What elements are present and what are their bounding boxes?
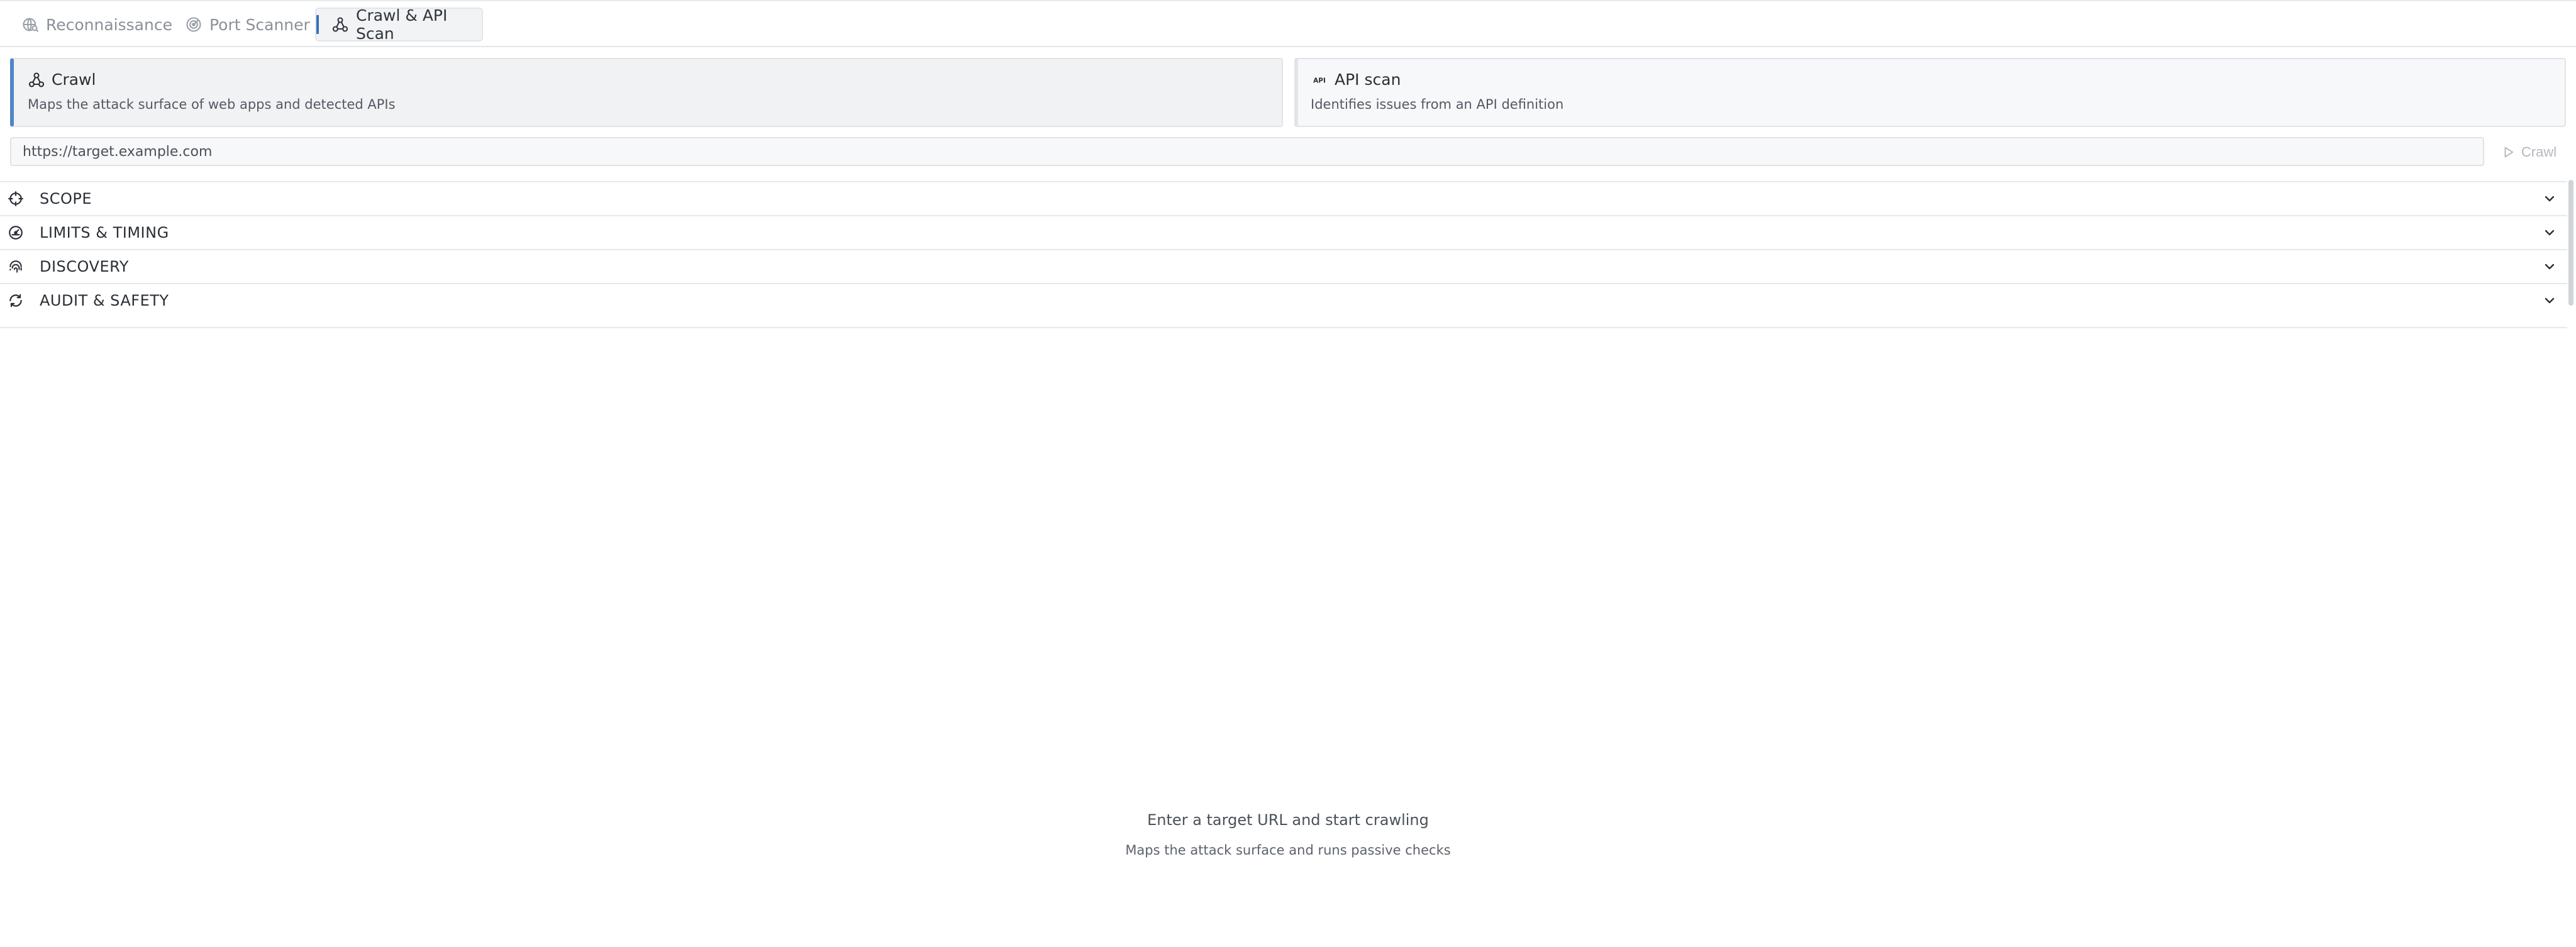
tab-label: Port Scanner [209,15,310,34]
mode-card-title-row: API API scan [1311,70,1401,89]
section-discovery[interactable]: DISCOVERY [0,250,2567,284]
radar-globe-icon [21,16,39,33]
refresh-shield-icon [8,292,24,309]
network-nodes-icon [28,71,45,89]
api-icon: API [1311,71,1328,89]
tab-port-scanner[interactable]: Port Scanner [185,8,310,42]
tab-label: Reconnaissance [46,15,172,34]
svg-text:API: API [1313,77,1326,84]
target-url-input[interactable] [10,137,2484,166]
mode-card-title-row: Crawl [28,70,96,89]
empty-state-title: Enter a target URL and start crawling [1147,811,1429,829]
section-label: LIMITS & TIMING [40,224,169,241]
target-radar-icon [185,16,203,33]
chevron-down-icon [2542,259,2557,274]
section-label: SCOPE [40,190,92,208]
crawl-button[interactable]: Crawl [2492,140,2566,165]
network-nodes-icon [331,16,349,33]
mode-card-title: API scan [1335,70,1401,89]
mode-card-description: Identifies issues from an API definition [1311,97,1564,112]
tab-reconnaissance[interactable]: Reconnaissance [21,8,172,42]
gauge-icon [8,224,24,241]
tool-tab-bar: Reconnaissance Port Scanner Crawl & API … [0,0,2576,47]
section-label: AUDIT & SAFETY [40,292,169,309]
tab-crawl-api-scan[interactable]: Crawl & API Scan [315,6,483,43]
section-label: DISCOVERY [40,258,129,275]
fingerprint-icon [8,258,24,275]
section-scope[interactable]: SCOPE [0,182,2567,216]
chevron-down-icon [2542,225,2557,240]
tab-label: Crawl & API Scan [356,6,448,43]
settings-sections: SCOPE LIMITS & TIMING DISCOVERY AUDIT & … [0,181,2567,328]
chevron-down-icon [2542,293,2557,308]
section-limits-timing[interactable]: LIMITS & TIMING [0,216,2567,250]
mode-card-title: Crawl [52,70,96,89]
scrollbar[interactable] [2568,180,2573,306]
mode-card-api-scan[interactable]: API API scan Identifies issues from an A… [1294,58,2566,127]
empty-state-subtitle: Maps the attack surface and runs passive… [1125,843,1451,858]
crawl-button-label: Crawl [2521,144,2557,160]
chevron-down-icon [2542,191,2557,206]
section-audit-safety[interactable]: AUDIT & SAFETY [0,284,2567,328]
mode-card-crawl[interactable]: Crawl Maps the attack surface of web app… [10,58,1283,127]
crosshair-icon [8,191,24,207]
mode-card-description: Maps the attack surface of web apps and … [28,97,396,112]
play-icon [2501,145,2515,159]
